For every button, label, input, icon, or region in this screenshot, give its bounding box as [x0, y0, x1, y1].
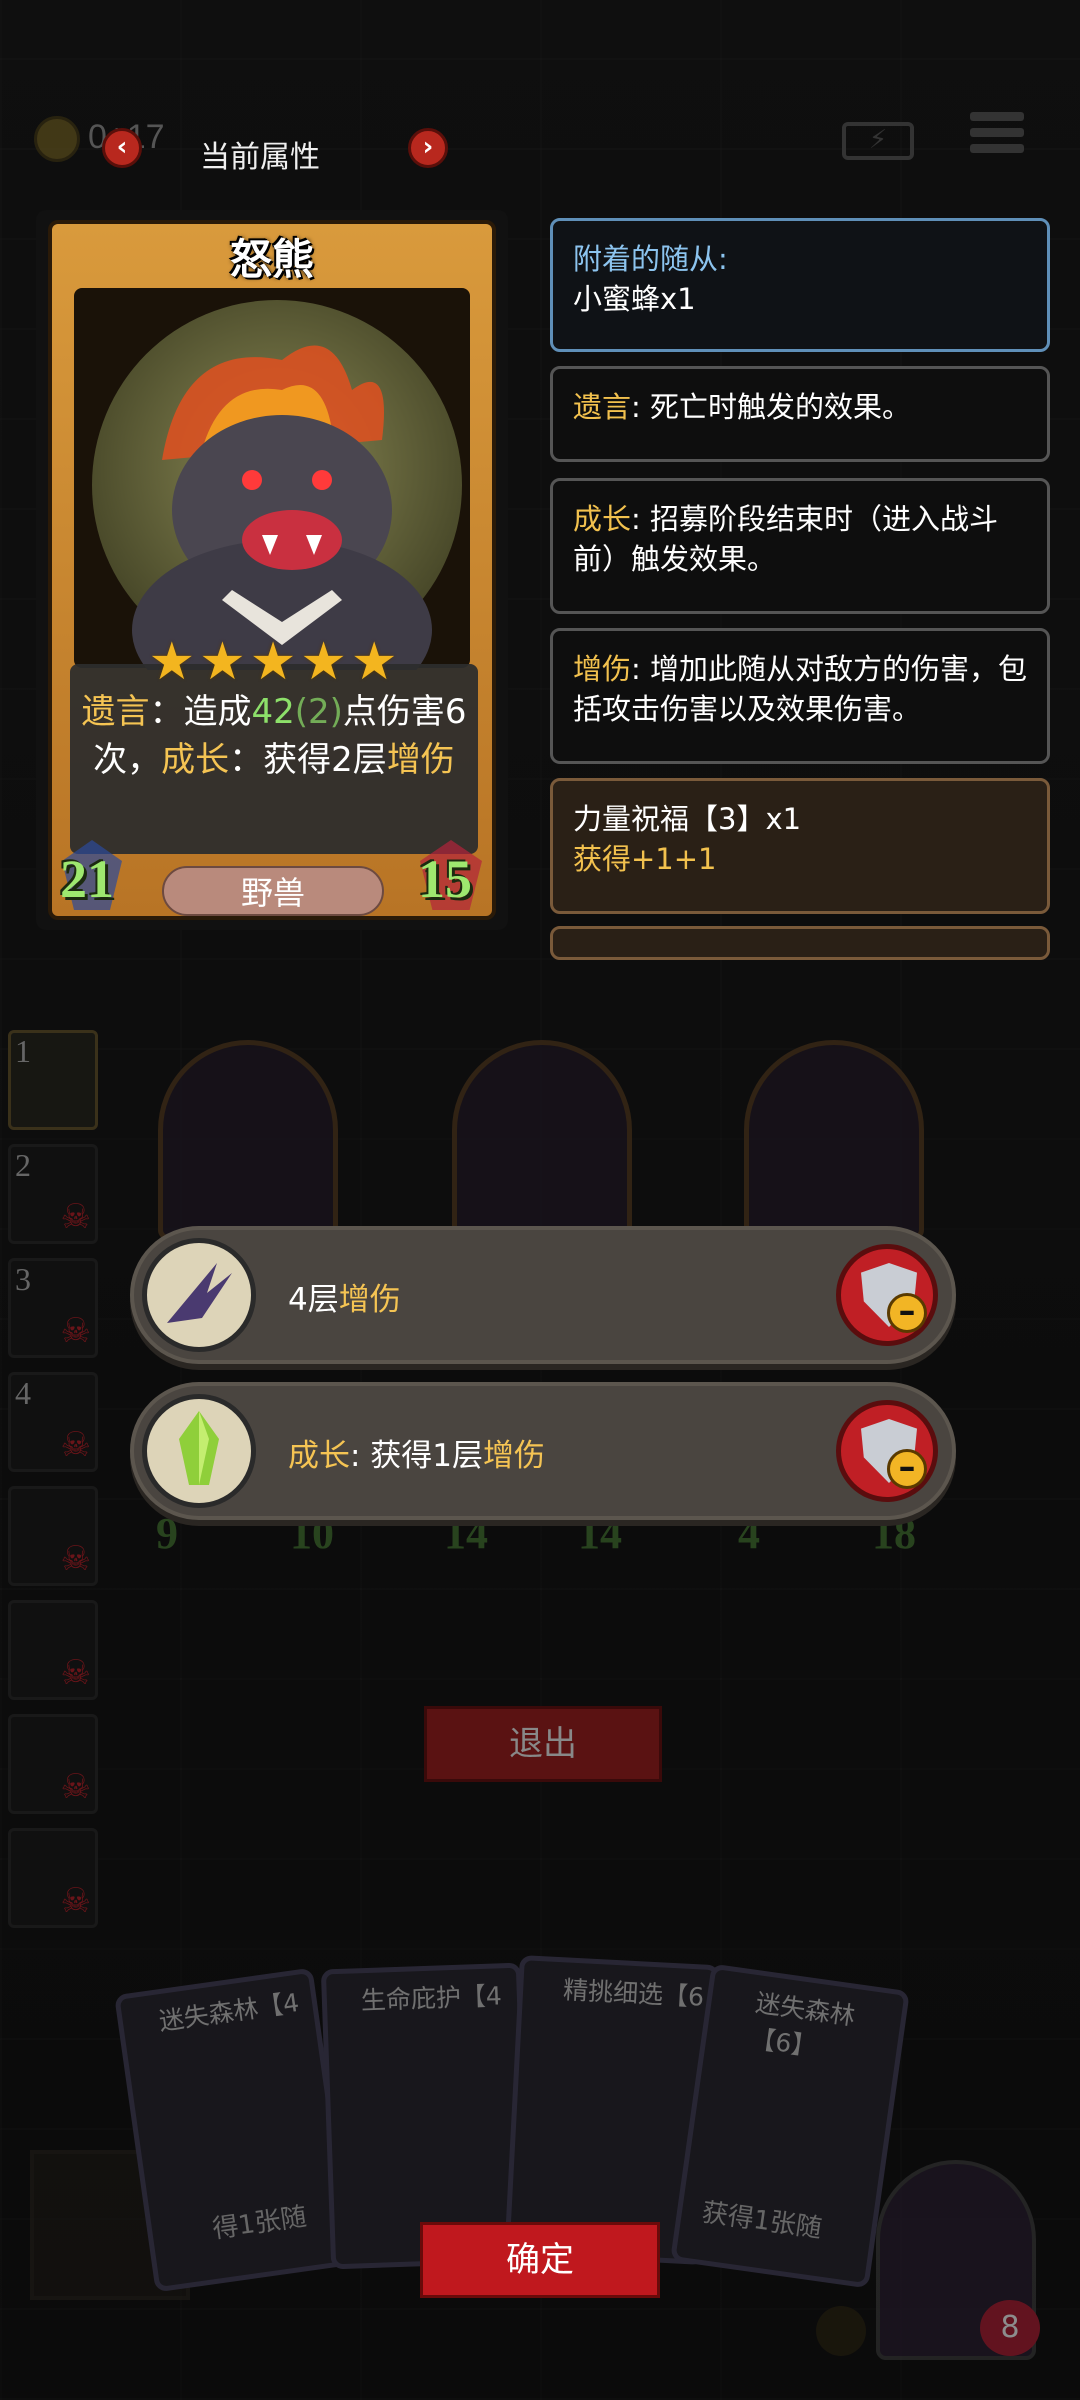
confirm-button[interactable]: 确定	[420, 2222, 660, 2298]
menu-icon[interactable]	[970, 112, 1024, 160]
card-tribe: 野兽	[162, 866, 384, 916]
effect-suffix: : 获得1层	[350, 1438, 484, 1474]
page-title: 当前属性	[200, 140, 320, 175]
attached-label: 附着的随从:	[573, 242, 728, 276]
effect-keyword: 增伤	[338, 1282, 401, 1318]
attached-minion-panel: 附着的随从: 小蜜蜂x1	[550, 218, 1050, 352]
card-description: 遗言：造成42(2)点伤害6次，成长：获得2层增伤	[78, 688, 470, 784]
card-health: 15	[418, 849, 472, 909]
bear-illustration	[132, 345, 432, 720]
damage-up-panel: 增伤: 增加此随从对敌方的伤害，包括攻击伤害以及效果伤害。	[550, 628, 1050, 764]
effect-prefix: 4层	[288, 1282, 339, 1318]
growth-panel: 成长: 招募阶段结束时（进入战斗前）触发效果。	[550, 478, 1050, 614]
minus-icon: –	[887, 1293, 927, 1333]
star-rating: ★★★★★	[148, 632, 402, 692]
deathrattle-label: 遗言	[573, 390, 632, 424]
attached-value: 小蜜蜂x1	[573, 282, 696, 316]
desc-text: ：造成	[149, 692, 252, 732]
remove-effect-button[interactable]: –	[836, 1400, 938, 1502]
desc-damage-bonus: (2)	[294, 692, 343, 732]
blessing-panel: 力量祝福【3】x1 获得+1+1	[550, 778, 1050, 914]
claw-icon	[142, 1238, 256, 1352]
blessing-title: 力量祝福【3】x1	[573, 802, 802, 836]
effect-row-growth[interactable]: 成长: 获得1层增伤 –	[130, 1382, 956, 1520]
effect-row-damage-up[interactable]: 4层增伤 –	[130, 1226, 956, 1364]
effect-keyword: 成长	[288, 1438, 350, 1474]
effect-keyword-2: 增伤	[483, 1438, 546, 1474]
blessing-effect: 获得+1+1	[573, 842, 717, 876]
keyword-deathrattle: 遗言	[81, 692, 150, 732]
keyword-growth: 成长	[161, 740, 230, 780]
exit-button[interactable]: 退出	[424, 1706, 662, 1782]
card-portrait	[92, 300, 462, 720]
damage-up-text: : 增加此随从对敌方的伤害，包括攻击伤害以及效果伤害。	[573, 652, 1028, 726]
card-attack: 21	[60, 849, 114, 909]
growth-text: : 招募阶段结束时（进入战斗前）触发效果。	[573, 502, 999, 576]
minus-icon: –	[887, 1449, 927, 1489]
desc-damage-value: 42	[251, 692, 295, 732]
remove-effect-button[interactable]: –	[836, 1244, 938, 1346]
keyword-damage-up: 增伤	[386, 740, 455, 780]
battery-icon: ⚡	[842, 122, 914, 160]
crystal-icon	[142, 1394, 256, 1508]
deathrattle-text: : 死亡时触发的效果。	[631, 390, 912, 424]
growth-label: 成长	[573, 502, 632, 536]
desc-text: ：获得2层	[229, 740, 387, 780]
next-arrow-button[interactable]: ›	[408, 128, 448, 168]
effect-text: 成长: 获得1层增伤	[288, 1430, 545, 1475]
deathrattle-panel: 遗言: 死亡时触发的效果。	[550, 366, 1050, 462]
card-name: 怒熊	[229, 235, 314, 284]
next-panel-partial	[550, 926, 1050, 960]
effect-text: 4层增伤	[288, 1274, 401, 1319]
prev-arrow-button[interactable]: ‹	[102, 128, 142, 168]
damage-up-label: 增伤	[573, 652, 632, 686]
coin-icon	[34, 116, 80, 162]
